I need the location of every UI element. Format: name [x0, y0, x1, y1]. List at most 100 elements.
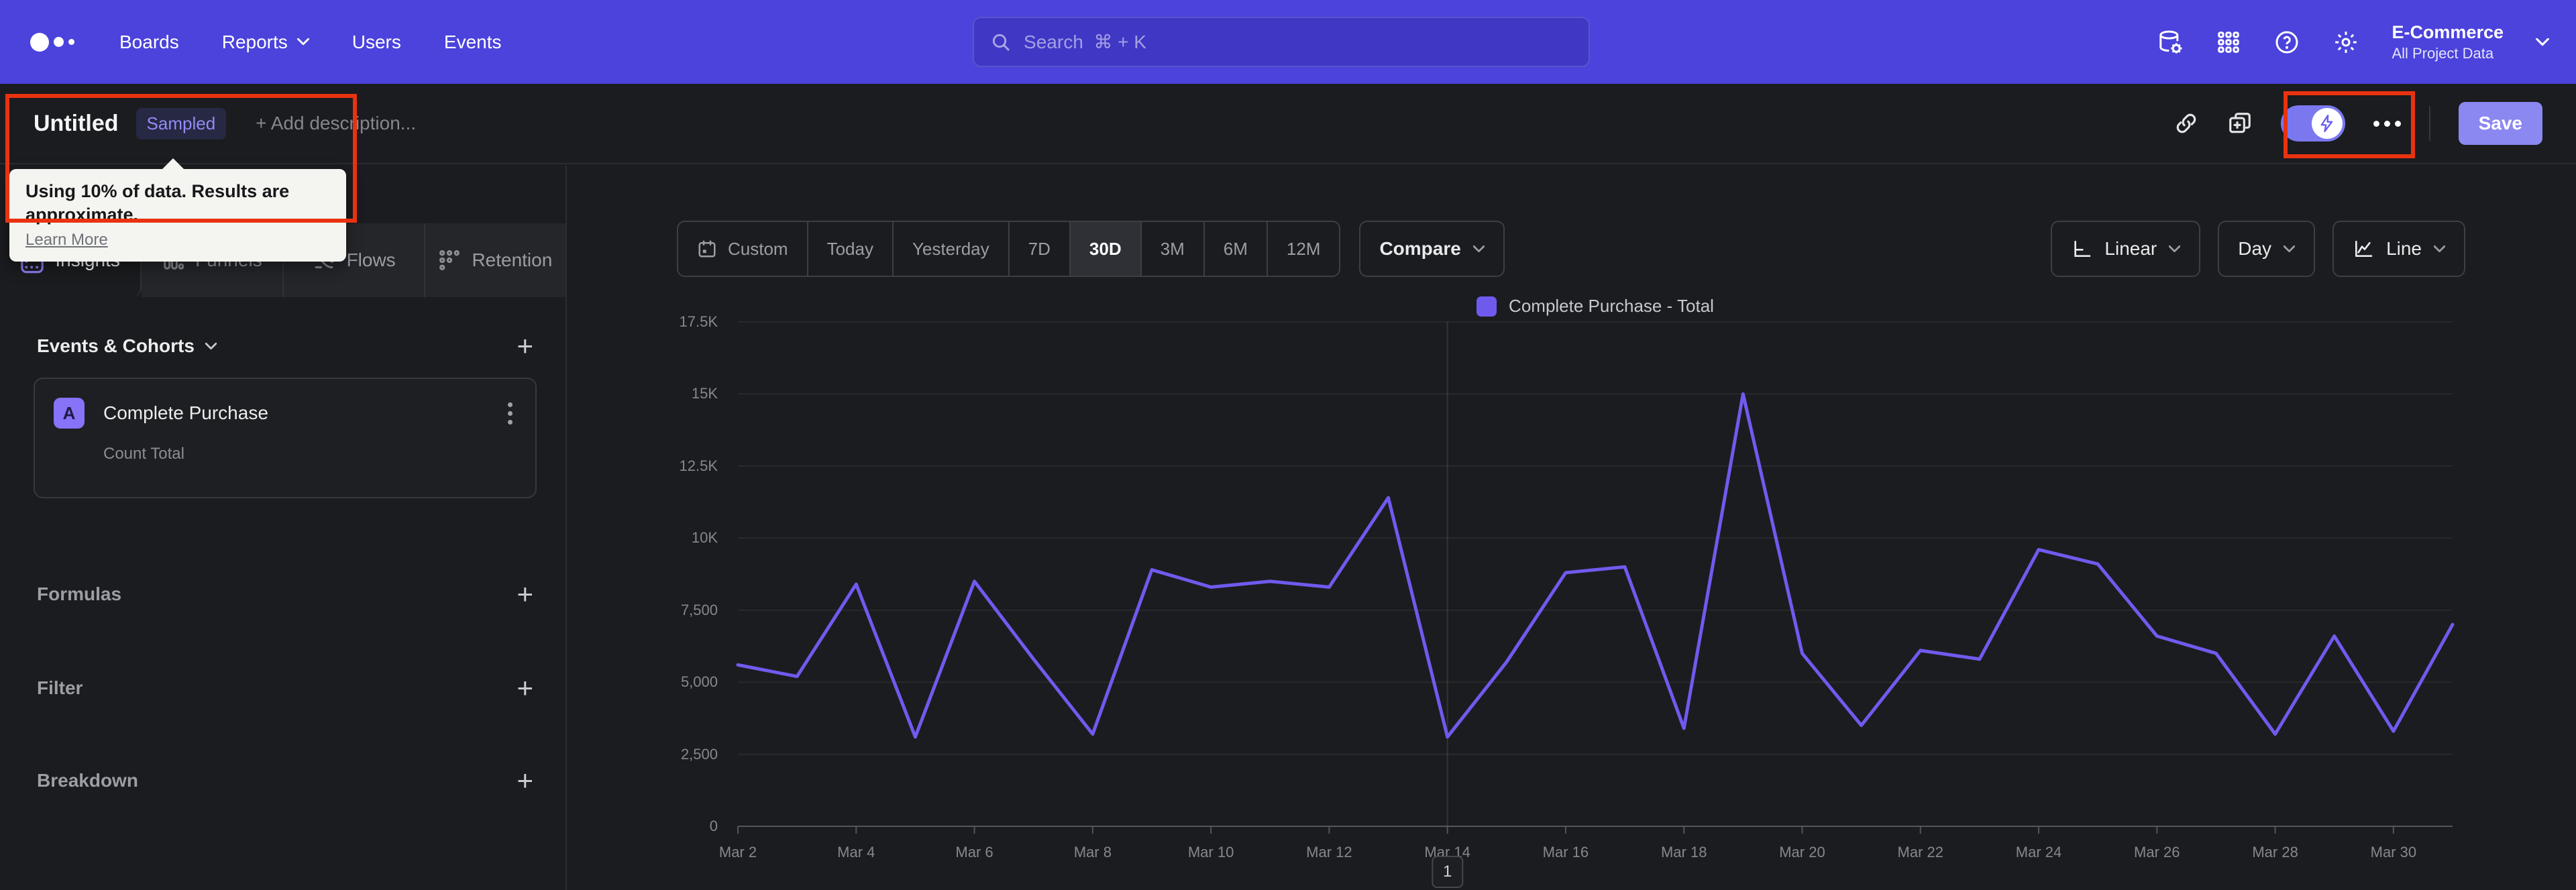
chart-panel: Custom Today Yesterday 7D 30D 3M 6M 12M …: [567, 166, 2576, 890]
nav-item-users[interactable]: Users: [352, 32, 401, 53]
event-aggregation[interactable]: Count Total: [103, 445, 517, 463]
project-selector[interactable]: E-Commerce All Project Data: [2392, 21, 2504, 62]
range-label: 3M: [1160, 238, 1185, 259]
range-30d[interactable]: 30D: [1070, 222, 1142, 276]
chevron-down-icon: [2536, 38, 2549, 46]
apps-grid-icon[interactable]: [2216, 30, 2241, 55]
range-3m[interactable]: 3M: [1142, 222, 1205, 276]
interval-label: Day: [2238, 238, 2272, 259]
compare-label: Compare: [1379, 238, 1461, 259]
tab-retention[interactable]: Retention: [425, 223, 566, 297]
y-axis-label: 12.5K: [679, 457, 718, 474]
global-search[interactable]: [973, 17, 1590, 67]
line-chart[interactable]: 0 2,500 5,000 7,500 10K 12.5K 15K 17.5K Mar 2 Ma…: [680, 313, 2455, 888]
chart-type-label: Line: [2386, 238, 2422, 259]
toggle-knob: [2311, 108, 2343, 139]
y-axis-label: 2,500: [680, 745, 718, 763]
event-options-icon[interactable]: [504, 398, 517, 429]
range-label: 12M: [1286, 238, 1321, 259]
search-icon: [992, 34, 1010, 51]
range-6m[interactable]: 6M: [1205, 222, 1268, 276]
project-subtitle: All Project Data: [2392, 44, 2494, 62]
events-cohorts-header[interactable]: Events & Cohorts: [37, 335, 217, 357]
chevron-down-icon: [2284, 245, 2296, 252]
retention-icon: [438, 249, 461, 272]
nav-item-events[interactable]: Events: [444, 32, 502, 53]
settings-gear-icon[interactable]: [2332, 29, 2359, 56]
more-icon[interactable]: [2373, 120, 2401, 127]
breakdown-header: Breakdown: [37, 770, 138, 791]
range-today[interactable]: Today: [808, 222, 894, 276]
nav-item-label: Boards: [119, 31, 179, 52]
range-yesterday[interactable]: Yesterday: [894, 222, 1010, 276]
add-to-board-icon[interactable]: [2227, 111, 2253, 136]
nav-item-boards[interactable]: Boards: [119, 32, 179, 53]
x-axis-label: Mar 24: [2015, 844, 2062, 860]
sampling-tooltip: Using 10% of data. Results are approxima…: [9, 158, 346, 262]
range-label: 7D: [1028, 238, 1051, 259]
add-formula-button[interactable]: +: [517, 580, 533, 608]
lightning-icon: [2320, 115, 2332, 132]
save-button[interactable]: Save: [2458, 102, 2542, 145]
x-axis-label: Mar 16: [1542, 844, 1589, 860]
query-builder-sidebar: Insights Funnels: [0, 166, 567, 890]
x-axis-label: Mar 6: [955, 844, 994, 860]
chart-type-dropdown[interactable]: Line: [2332, 221, 2465, 277]
nav-item-label: Reports: [221, 31, 288, 52]
learn-more-link[interactable]: Learn More: [25, 231, 108, 249]
y-axis-label: 0: [709, 818, 718, 834]
sampling-toggle[interactable]: [2280, 105, 2345, 142]
x-axis-label: Mar 10: [1187, 844, 1234, 860]
formulas-header: Formulas: [37, 583, 122, 604]
scale-label: Linear: [2104, 238, 2157, 259]
event-card[interactable]: A Complete Purchase Count Total: [34, 378, 537, 498]
y-axis-label: 15K: [691, 385, 718, 402]
tab-label: Flows: [346, 249, 396, 270]
chart-canvas: [736, 321, 2455, 834]
nav-item-reports[interactable]: Reports: [222, 32, 309, 53]
x-axis-label: Mar 18: [1660, 844, 1707, 860]
x-axis-label: Mar 28: [2252, 844, 2298, 860]
report-toolbar: Untitled Sampled + Add description... Sa…: [0, 84, 2576, 164]
event-name[interactable]: Complete Purchase: [103, 402, 268, 424]
add-event-button[interactable]: +: [517, 332, 533, 360]
x-axis-label: Mar 12: [1306, 844, 1352, 860]
date-range-segmented-control: Custom Today Yesterday 7D 30D 3M 6M 12M: [677, 221, 1341, 277]
range-label: Today: [826, 238, 873, 259]
chevron-down-icon: [1472, 245, 1485, 252]
range-7d[interactable]: 7D: [1010, 222, 1071, 276]
x-axis-label: Mar 30: [2370, 844, 2417, 860]
filter-header: Filter: [37, 677, 83, 698]
link-icon[interactable]: [2174, 111, 2199, 136]
search-input[interactable]: [1024, 31, 1572, 53]
series-letter-badge: A: [54, 398, 85, 429]
range-label: 6M: [1223, 238, 1248, 259]
interval-dropdown[interactable]: Day: [2218, 221, 2316, 277]
x-axis-label: Mar 20: [1779, 844, 1825, 860]
chart-legend[interactable]: Complete Purchase - Total: [738, 296, 2453, 317]
help-icon[interactable]: [2273, 29, 2300, 56]
top-nav: Boards Reports Users Events Search ⌘ + K…: [0, 0, 2576, 84]
y-axis-label: 10K: [691, 529, 718, 547]
range-12m[interactable]: 12M: [1268, 222, 1340, 276]
add-breakdown-button[interactable]: +: [517, 767, 533, 795]
scale-dropdown[interactable]: Linear: [2051, 221, 2201, 277]
range-custom[interactable]: Custom: [678, 222, 808, 276]
report-title[interactable]: Untitled: [34, 111, 119, 137]
nav-item-label: Events: [443, 31, 502, 52]
chevron-down-icon: [297, 38, 309, 46]
legend-swatch: [1477, 296, 1497, 317]
x-axis-label: Mar 2: [718, 844, 757, 860]
y-axis-label: 5,000: [680, 673, 718, 691]
mixpanel-logo-icon[interactable]: [30, 32, 94, 52]
add-filter-button[interactable]: +: [517, 674, 533, 702]
data-management-icon[interactable]: [2157, 29, 2184, 56]
y-axis-label: 7,500: [680, 601, 718, 618]
compare-button[interactable]: Compare: [1359, 221, 1505, 277]
range-label: Yesterday: [912, 238, 989, 259]
sampled-badge[interactable]: Sampled: [136, 107, 227, 140]
pagination-page-button[interactable]: 1: [1431, 856, 1464, 888]
add-description-button[interactable]: + Add description...: [256, 113, 416, 134]
tooltip-text: Using 10% of data. Results are approxima…: [25, 181, 290, 225]
legend-label: Complete Purchase - Total: [1509, 296, 1714, 316]
